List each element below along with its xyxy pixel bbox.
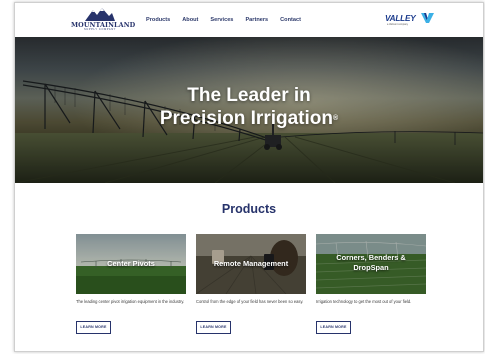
nav-contact[interactable]: Contact bbox=[280, 17, 301, 23]
valley-logo[interactable]: VALLEY a Valmont company bbox=[385, 13, 435, 27]
center-pivots-title: Center Pivots bbox=[107, 259, 155, 268]
hero-headline-line1: The Leader in bbox=[187, 85, 311, 106]
hero-headline-line2-text: Precision Irrigation bbox=[159, 108, 333, 129]
corners-benders-dropspan-title-line2: DropSpan bbox=[353, 263, 389, 272]
nav-partners[interactable]: Partners bbox=[245, 17, 268, 23]
valley-v-icon bbox=[421, 13, 434, 23]
remote-management-description: Control from the edge of your field has … bbox=[196, 299, 304, 304]
browser-page: MOUNTAINLAND SUPPLY COMPANY Products Abo… bbox=[14, 2, 484, 352]
hero-headline: The Leader in Precision Irrigation® bbox=[15, 84, 483, 130]
corners-benders-dropspan-title: Corners, Benders & DropSpan bbox=[316, 253, 426, 273]
remote-management-title: Remote Management bbox=[213, 259, 289, 268]
center-pivots-description: The leading center pivot irrigation equi… bbox=[76, 299, 185, 304]
nav-products[interactable]: Products bbox=[146, 17, 170, 23]
mountain-icon bbox=[85, 8, 115, 21]
logo-tagline: SUPPLY COMPANY bbox=[83, 28, 117, 31]
corners-benders-dropspan-learn-more-button[interactable]: LEARN MORE bbox=[316, 321, 351, 334]
main-nav: Products About Services Partners Contact bbox=[146, 17, 313, 23]
corners-benders-dropspan-title-line1: Corners, Benders & bbox=[336, 253, 406, 262]
hero-headline-line2: Precision Irrigation® bbox=[15, 107, 483, 130]
registered-mark: ® bbox=[332, 115, 339, 122]
hero-banner: The Leader in Precision Irrigation® bbox=[15, 37, 483, 183]
remote-management-learn-more-button[interactable]: LEARN MORE bbox=[196, 321, 231, 334]
valley-tagline: a Valmont company bbox=[387, 23, 408, 26]
mountainland-logo[interactable]: MOUNTAINLAND SUPPLY COMPANY bbox=[71, 8, 135, 32]
corners-benders-dropspan-image[interactable]: Corners, Benders & DropSpan bbox=[316, 234, 426, 294]
nav-about[interactable]: About bbox=[182, 17, 198, 23]
valley-wordmark: VALLEY bbox=[385, 14, 416, 23]
site-header: MOUNTAINLAND SUPPLY COMPANY Products Abo… bbox=[15, 3, 483, 37]
products-heading: Products bbox=[221, 202, 277, 216]
corners-benders-dropspan-description: Irrigation technology to get the most ou… bbox=[316, 299, 412, 304]
center-pivots-learn-more-button[interactable]: LEARN MORE bbox=[76, 321, 111, 334]
remote-management-image[interactable]: Remote Management bbox=[196, 234, 306, 294]
nav-services[interactable]: Services bbox=[210, 17, 233, 23]
center-pivots-image[interactable]: Center Pivots bbox=[76, 234, 186, 294]
